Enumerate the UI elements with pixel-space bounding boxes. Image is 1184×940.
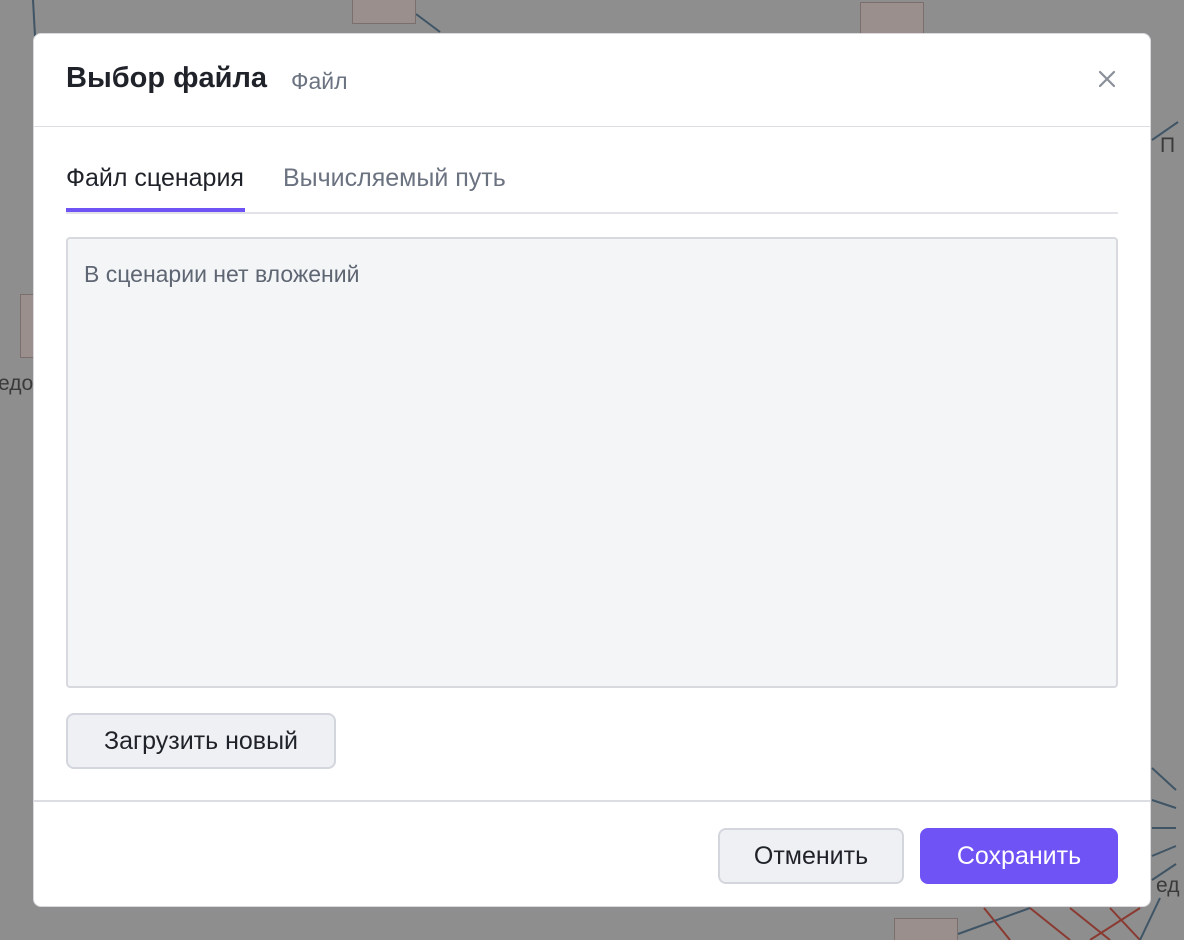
- canvas-node: [894, 918, 958, 940]
- attachments-list[interactable]: В сценарии нет вложений: [66, 237, 1118, 688]
- tab-computed-path[interactable]: Вычисляемый путь: [283, 160, 506, 212]
- dialog-footer: Отменить Сохранить: [34, 800, 1150, 906]
- dialog-title: Выбор файла: [66, 62, 267, 94]
- canvas-node: [352, 0, 416, 24]
- close-button[interactable]: [1092, 64, 1122, 94]
- canvas-node-label: П: [1160, 134, 1176, 157]
- file-select-dialog: Выбор файла Файл Файл сценария Вычисляем…: [33, 33, 1151, 907]
- save-button[interactable]: Сохранить: [920, 828, 1118, 884]
- tab-scenario-file[interactable]: Файл сценария: [66, 160, 245, 212]
- close-icon: [1098, 70, 1116, 88]
- upload-new-button[interactable]: Загрузить новый: [66, 713, 336, 769]
- dialog-subtitle: Файл: [291, 68, 348, 94]
- dialog-header: Выбор файла Файл: [34, 34, 1150, 127]
- empty-attachments-message: В сценарии нет вложений: [84, 261, 360, 287]
- canvas-node-label: ед: [1156, 874, 1180, 897]
- cancel-button[interactable]: Отменить: [718, 828, 904, 884]
- tab-bar: Файл сценария Вычисляемый путь: [66, 160, 1118, 214]
- canvas-node-label: едо: [0, 372, 34, 395]
